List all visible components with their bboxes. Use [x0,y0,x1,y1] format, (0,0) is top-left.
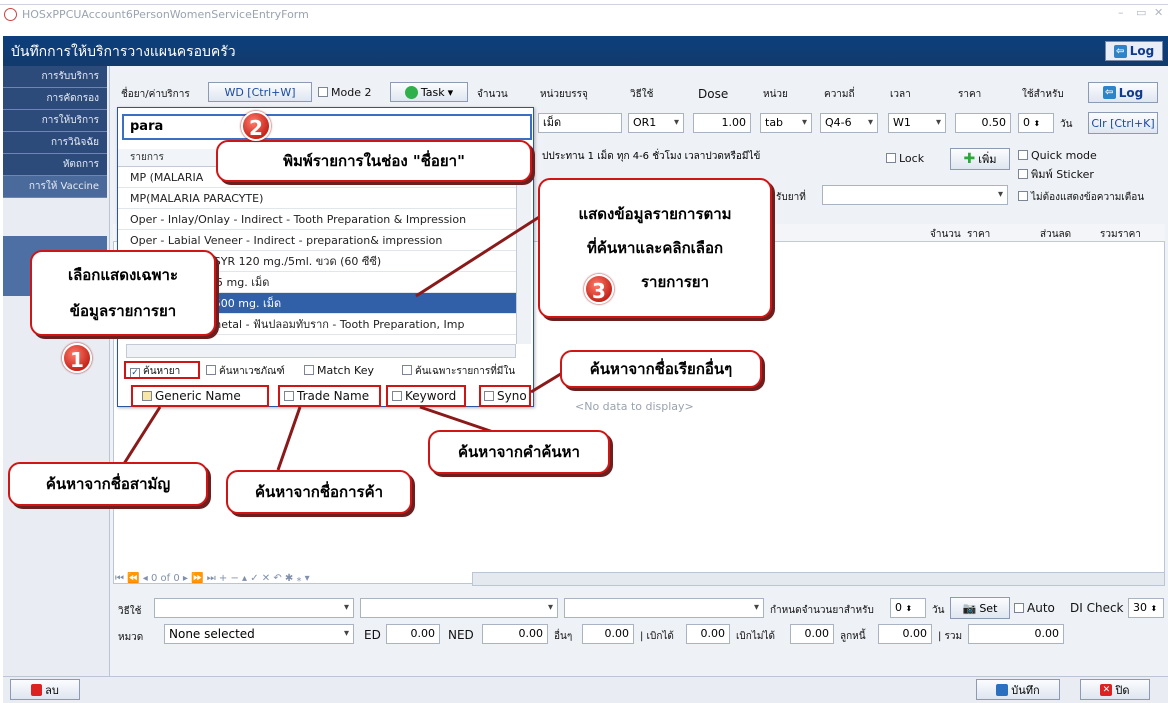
callout-filter-drugs: เลือกแสดงเฉพาะ ข้อมูลรายการยา [30,250,216,336]
usage-label: วิธีใช้ [118,606,142,617]
debt-value: 0.00 [878,624,932,644]
set-button[interactable]: 📷 Set [950,597,1010,619]
stepper-icon: ⬍ [905,604,913,613]
total-label: | รวม [938,631,963,642]
di-check-label: DI Check [1070,601,1124,615]
step-1-badge: 1 [62,343,92,373]
callout-trade-name: ค้นหาจากชื่อการค้า [226,470,412,514]
trash-icon [31,683,43,696]
qty-days-stepper[interactable]: 0 ⬍ [890,598,926,618]
claim-label: | เบิกได้ [640,631,674,642]
auto-checkbox[interactable]: Auto [1014,601,1055,615]
ned-value: 0.00 [482,624,548,644]
debt-label: ลูกหนี้ [840,631,866,642]
usage-select-1[interactable] [154,598,354,618]
callout-type-drug-name: พิมพ์รายการในช่อง "ชื่อยา" [216,140,532,182]
other-label: อื่นๆ [554,631,573,642]
camera-icon: 📷 [962,601,977,615]
callout-generic-name: ค้นหาจากชื่อสามัญ [8,462,208,506]
ed-value: 0.00 [386,624,440,644]
claim-value: 0.00 [686,624,730,644]
total-value: 0.00 [968,624,1064,644]
step-3-badge: 3 [584,274,614,304]
delete-button[interactable]: ลบ [10,679,80,700]
step-2-badge: 2 [241,111,271,141]
noclaim-label: เบิกไม่ได้ [736,631,775,642]
stepper-icon: ⬍ [1150,604,1158,613]
callout-other-names: ค้นหาจากชื่อเรียกอื่นๆ [560,350,762,388]
usage-select-2[interactable] [360,598,558,618]
other-value: 0.00 [582,624,634,644]
ed-label: ED [364,628,381,642]
qty-days-label: กำหนดจำนวนยาสำหรับ [770,605,874,616]
qty-days-unit: วัน [932,605,945,616]
save-icon [996,683,1009,696]
close-button[interactable]: ✕ ปิด [1080,679,1150,700]
ned-label: NED [448,628,474,642]
di-check-stepper[interactable]: 30 ⬍ [1128,598,1164,618]
callout-show-results: แสดงข้อมูลรายการตาม ที่ค้นหาและคลิกเลือก… [538,178,772,318]
connector-trade [276,406,302,471]
save-button[interactable]: บันทึก [976,679,1060,700]
category-select[interactable]: None selected [164,624,354,644]
connector-generic [118,406,162,471]
close-icon: ✕ [1100,683,1113,696]
noclaim-value: 0.00 [790,624,834,644]
category-label: หมวด [118,632,144,643]
usage-select-3[interactable] [564,598,764,618]
callout-keyword: ค้นหาจากคำค้นหา [428,430,610,474]
